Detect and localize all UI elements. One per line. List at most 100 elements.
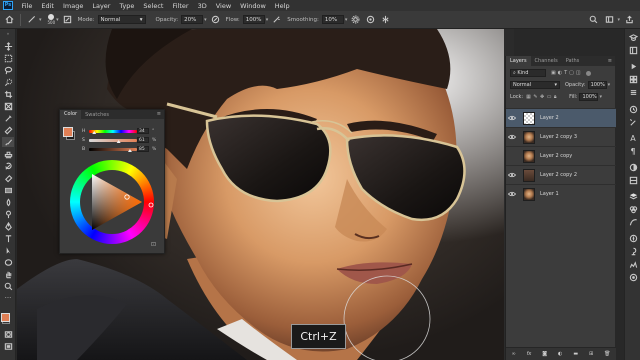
collapse-toolbar-icon[interactable]: » [2,31,14,36]
channels-icon[interactable] [628,204,638,214]
layer-name[interactable]: Layer 1 [540,191,559,197]
menu-3d[interactable]: 3D [193,2,211,10]
lock-icons[interactable]: ▦✎✥▭🔒︎ [526,94,559,100]
chevron-down-icon[interactable]: ▾ [39,17,42,23]
brush-settings-icon[interactable] [62,14,73,25]
dodge-tool-icon[interactable] [2,209,14,219]
menu-window[interactable]: Window [236,2,271,10]
marquee-tool-icon[interactable] [2,53,14,63]
brush-size-picker[interactable]: 500 [48,14,55,25]
learn-icon[interactable] [628,32,638,42]
character-icon[interactable]: A [628,133,638,143]
more-tools-icon[interactable]: ··· [2,293,14,303]
menu-filter[interactable]: Filter [168,2,193,10]
symmetry-icon[interactable] [380,14,391,25]
tab-paths[interactable]: Paths [562,56,584,66]
gradient-tool-icon[interactable] [2,185,14,195]
pen-tool-icon[interactable] [2,221,14,231]
gear-icon[interactable] [350,14,361,25]
crop-tool-icon[interactable] [2,89,14,99]
layer-name[interactable]: Layer 2 copy 2 [540,172,577,178]
quick-mask-icon[interactable] [2,329,14,339]
workspace-icon[interactable] [604,14,615,25]
fx-icon[interactable]: fx [527,351,532,357]
layer-row[interactable]: Layer 2 copy 3 [506,127,616,146]
opacity-field[interactable]: 20% [181,15,204,24]
tab-swatches[interactable]: Swatches [81,112,113,118]
chevron-down-icon[interactable]: ▾ [599,94,602,100]
visibility-eye-icon[interactable] [506,134,517,140]
quick-selection-tool-icon[interactable] [2,77,14,87]
play-actions-icon[interactable] [628,61,638,71]
layers-icon[interactable] [628,191,638,201]
group-icon[interactable]: ▬ [573,351,578,357]
chevron-down-icon[interactable]: ▾ [266,17,269,23]
paths-icon[interactable] [628,217,638,227]
layer-opacity-field[interactable]: 100% [587,81,607,89]
layer-name[interactable]: Layer 2 copy [540,153,572,159]
pressure-size-icon[interactable] [365,14,376,25]
layer-filter-icons[interactable]: ▣◐T▢◫ [551,70,583,76]
tab-channels[interactable]: Channels [531,56,562,66]
layer-name[interactable]: Layer 2 copy 3 [540,134,577,140]
chevron-down-icon[interactable]: ▾ [608,82,611,88]
link-icon[interactable]: ∞ [511,351,515,357]
panel-menu-icon[interactable]: ≡ [608,58,612,64]
chevron-down-icon[interactable]: ▾ [204,17,207,23]
layer-row[interactable]: Layer 1 [506,184,616,203]
chevron-down-icon[interactable]: ▾ [345,17,348,23]
clone-stamp-tool-icon[interactable] [2,149,14,159]
menu-select[interactable]: Select [139,2,168,10]
layer-filter-select[interactable]: ⌕ Kind [510,69,546,77]
type-tool-icon[interactable] [2,233,14,243]
new-layer-icon[interactable]: ⊞ [589,351,593,357]
saturation-brightness-triangle[interactable] [70,160,154,244]
menu-type[interactable]: Type [115,2,139,10]
home-icon[interactable] [4,14,15,25]
layer-name[interactable]: Layer 2 [540,115,559,121]
menu-help[interactable]: Help [270,2,294,10]
eraser-tool-icon[interactable] [2,173,14,183]
brush-tool-preset-icon[interactable] [26,14,37,25]
menu-layer[interactable]: Layer [88,2,115,10]
ellipse-tool-icon[interactable] [2,257,14,267]
panel-menu-icon[interactable]: ≡ [157,111,161,117]
histogram-icon[interactable] [628,259,638,269]
foreground-color-swatch[interactable] [1,313,10,322]
brush-tool-icon[interactable] [2,137,14,147]
path-selection-tool-icon[interactable] [2,245,14,255]
info-icon[interactable] [628,246,638,256]
menu-image[interactable]: Image [58,2,87,10]
brush-settings-icon[interactable] [628,117,638,127]
libraries-icon[interactable] [628,45,638,55]
color-wheel-icon[interactable] [628,272,638,282]
tab-layers[interactable]: Layers [506,56,531,66]
frame-tool-icon[interactable] [2,101,14,111]
history-icon[interactable] [628,104,638,114]
lasso-tool-icon[interactable] [2,65,14,75]
eyedropper-tool-icon[interactable] [2,113,14,123]
adjustments-icon[interactable] [628,162,638,172]
mask-icon[interactable]: ◙ [542,351,547,357]
foreground-color-swatch[interactable] [63,127,73,137]
resize-handle-icon[interactable]: ⊡ [151,241,156,248]
styles-icon[interactable] [628,175,638,185]
fill-field[interactable]: 100% [579,93,599,101]
hand-tool-icon[interactable] [2,269,14,279]
menu-view[interactable]: View [211,2,235,10]
trash-icon[interactable]: 🗑︎ [604,351,610,357]
chevron-down-icon[interactable]: ▾ [617,17,620,23]
swatches-grid-icon[interactable] [628,74,638,84]
adjustment-icon[interactable]: ◐ [558,351,562,357]
blur-tool-icon[interactable] [2,197,14,207]
navigator-icon[interactable] [628,233,638,243]
visibility-eye-icon[interactable] [506,115,517,121]
screen-mode-icon[interactable] [2,341,14,351]
menu-file[interactable]: File [17,2,37,10]
properties-icon[interactable] [628,87,638,97]
filter-toggle-icon[interactable] [585,70,591,76]
move-tool-icon[interactable] [2,41,14,51]
mode-select[interactable]: Normal ▾ [97,15,146,24]
pressure-opacity-icon[interactable] [210,14,221,25]
healing-brush-tool-icon[interactable] [2,125,14,135]
